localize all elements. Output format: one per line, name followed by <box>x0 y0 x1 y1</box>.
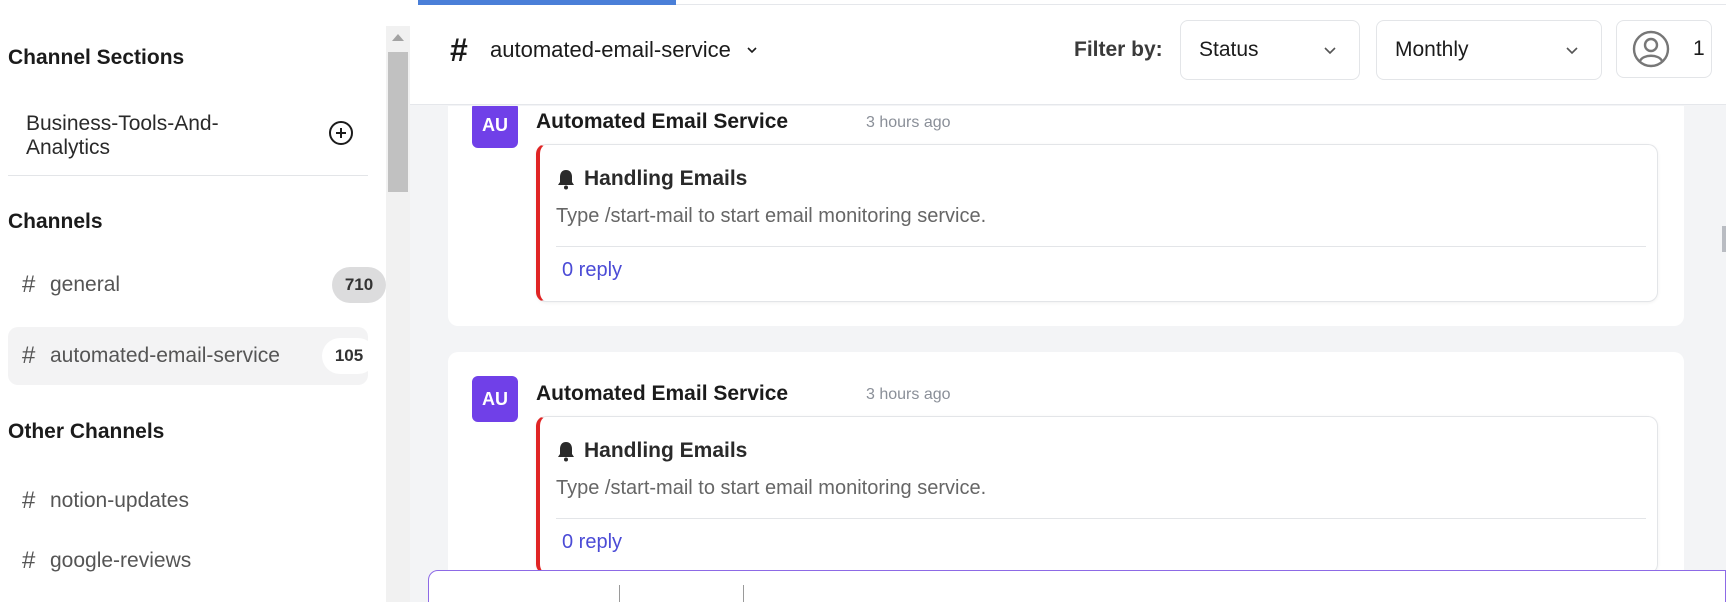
hash-icon: # <box>450 31 468 68</box>
bell-icon <box>558 170 574 190</box>
channel-name: google-reviews <box>50 549 192 572</box>
hash-icon: # <box>22 487 36 514</box>
hash-icon: # <box>22 342 36 369</box>
chevron-down-icon <box>747 47 757 54</box>
avatar[interactable]: AU <box>472 376 518 422</box>
active-tab-indicator <box>418 0 676 5</box>
embed-divider <box>556 518 1646 519</box>
embed-title: Handling Emails <box>584 439 748 462</box>
embed-description: Type /start-mail to start email monitori… <box>556 205 987 227</box>
plus-circle-icon[interactable] <box>328 120 354 146</box>
channels-heading: Channels <box>8 210 103 233</box>
message-embed: Handling Emails Type /start-mail to star… <box>536 416 1658 570</box>
message-card: AU Automated Email Service 3 hours ago H… <box>448 106 1684 326</box>
member-count: 1 <box>1693 37 1705 60</box>
message-composer[interactable] <box>428 570 1726 602</box>
scrollbar-thumb[interactable] <box>388 52 408 192</box>
toolbar-separator <box>619 585 620 602</box>
sidebar-scrollbar[interactable] <box>386 26 410 602</box>
message-sender[interactable]: Automated Email Service <box>536 382 788 406</box>
scroll-up-arrow-icon[interactable] <box>392 34 404 41</box>
filter-label: Filter by: <box>1074 38 1163 61</box>
members-button[interactable]: 1 <box>1616 20 1712 78</box>
header-top-border <box>676 4 1726 5</box>
bell-icon <box>558 442 574 462</box>
channel-name: automated-email-service <box>50 344 280 367</box>
channel-header: # automated-email-service Filter by: Sta… <box>410 0 1726 105</box>
embed-divider <box>556 246 1646 247</box>
status-dropdown-value: Status <box>1199 38 1259 61</box>
period-dropdown-value: Monthly <box>1395 38 1469 61</box>
status-dropdown[interactable]: Status <box>1180 20 1360 80</box>
hash-icon: # <box>22 547 36 574</box>
channel-item-general[interactable]: # general 710 <box>8 256 386 314</box>
reply-link[interactable]: 0 reply <box>562 531 622 554</box>
period-dropdown[interactable]: Monthly <box>1376 20 1602 80</box>
unread-count-badge: 710 <box>332 267 386 303</box>
hash-icon: # <box>22 271 36 298</box>
embed-title: Handling Emails <box>584 167 748 190</box>
feed-scroll-indicator[interactable] <box>1722 226 1726 252</box>
channel-name: notion-updates <box>50 489 189 512</box>
user-circle-icon <box>1632 30 1670 68</box>
channel-name: general <box>50 273 121 296</box>
embed-title-row: Handling Emails <box>556 167 747 191</box>
message-sender[interactable]: Automated Email Service <box>536 110 788 134</box>
avatar[interactable]: AU <box>472 106 518 148</box>
reply-link[interactable]: 0 reply <box>562 259 622 282</box>
channel-item-google-reviews[interactable]: # google-reviews <box>8 532 368 590</box>
message-embed: Handling Emails Type /start-mail to star… <box>536 144 1658 302</box>
section-item-label: Business-Tools-And-Analytics <box>26 112 219 159</box>
chevron-down-icon <box>1324 47 1336 55</box>
other-channels-heading: Other Channels <box>8 420 165 443</box>
channel-sections-heading: Channel Sections <box>8 46 185 69</box>
chevron-down-icon <box>1566 47 1578 55</box>
sidebar: Channel Sections Business-Tools-And-Anal… <box>0 0 386 602</box>
message-timestamp: 3 hours ago <box>866 386 951 403</box>
embed-description: Type /start-mail to start email monitori… <box>556 477 987 499</box>
embed-title-row: Handling Emails <box>556 439 747 463</box>
channel-title-button[interactable]: # automated-email-service <box>450 32 759 68</box>
unread-count-badge: 105 <box>322 338 376 374</box>
channel-item-notion-updates[interactable]: # notion-updates <box>8 472 368 530</box>
channel-item-automated-email-service[interactable]: # automated-email-service 105 <box>8 327 376 385</box>
channel-title: automated-email-service <box>490 37 731 62</box>
message-feed[interactable]: AU Automated Email Service 3 hours ago H… <box>410 106 1726 570</box>
message-timestamp: 3 hours ago <box>866 114 951 131</box>
section-item-business-tools[interactable]: Business-Tools-And-Analytics <box>8 110 368 162</box>
message-card: AU Automated Email Service 3 hours ago H… <box>448 352 1684 570</box>
main-panel: # automated-email-service Filter by: Sta… <box>410 0 1726 602</box>
sidebar-divider <box>8 175 368 176</box>
toolbar-separator <box>743 585 744 602</box>
